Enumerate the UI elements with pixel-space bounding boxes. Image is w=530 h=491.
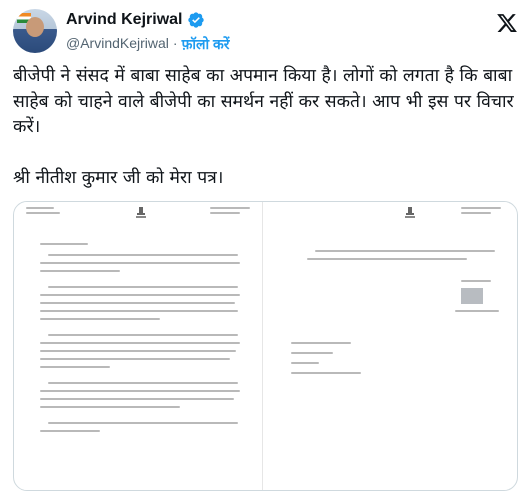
follow-button[interactable]: फ़ॉलो करें — [182, 35, 230, 54]
author-handle[interactable]: @ArvindKejriwal — [66, 35, 169, 54]
national-emblem-icon — [405, 207, 415, 218]
signature-redacted — [461, 288, 483, 304]
avatar-face — [26, 17, 44, 37]
tweet-paragraph-2: श्री नीतीश कुमार जी को मेरा पत्र। — [13, 167, 224, 188]
tweet-paragraph-1: बीजेपी ने संसद में बाबा साहेब का अपमान क… — [13, 66, 514, 137]
letter-image[interactable] — [13, 201, 518, 491]
tweet-text: बीजेपी ने संसद में बाबा साहेब का अपमान क… — [13, 64, 519, 191]
tweet-header: Arvind Kejriwal @ArvindKejriwal · फ़ॉलो … — [13, 8, 518, 58]
x-logo-icon[interactable] — [496, 12, 518, 34]
verified-badge-icon — [188, 12, 205, 28]
handle-row: @ArvindKejriwal · फ़ॉलो करें — [66, 35, 230, 54]
name-row: Arvind Kejriwal — [66, 11, 205, 29]
author-name[interactable]: Arvind Kejriwal — [66, 11, 182, 29]
separator: · — [172, 35, 178, 51]
letter-page-1 — [20, 202, 263, 490]
national-emblem-icon — [136, 207, 146, 218]
avatar[interactable] — [13, 9, 57, 53]
letter-page-2 — [271, 202, 509, 490]
